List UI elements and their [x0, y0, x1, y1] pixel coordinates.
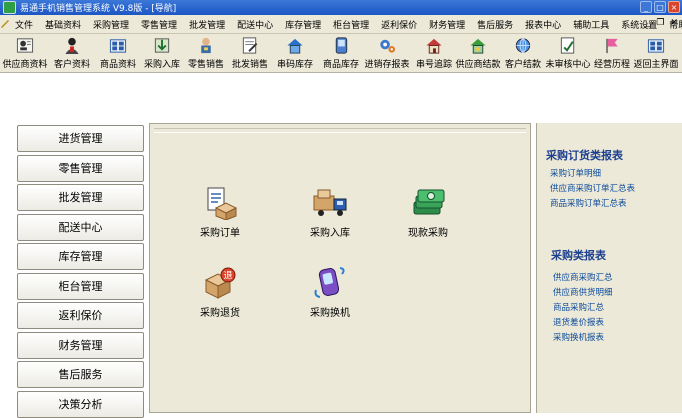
func-cash-purchase[interactable]: 现款采购 [408, 186, 448, 239]
toolbar-imei-tracking[interactable]: 串号追踪 [415, 36, 453, 70]
customer-person-icon [65, 37, 79, 55]
window-controls: _ □ × [640, 1, 680, 13]
nav-counter-management[interactable]: 柜台管理 [17, 273, 144, 300]
toolbar-wholesale-sales[interactable]: 批发销售 [231, 36, 269, 70]
menu-purchase[interactable]: 采购管理 [87, 18, 135, 31]
func-purchase-return[interactable]: 退 采购退货 [200, 266, 240, 319]
toolbar-supplier-info[interactable]: 供应商资料 [3, 36, 48, 70]
retail-clerk-icon [201, 37, 211, 54]
delivery-truck-icon [313, 189, 347, 216]
title-bar: 易通手机销售管理系统 V9.8版 - [导航] _ □ × [0, 0, 682, 15]
toolbar-purchase-in[interactable]: 采购入库 [143, 36, 181, 70]
link-return-price-diff-report[interactable]: 退货差价报表 [553, 316, 604, 328]
menu-tools[interactable]: 辅助工具 [567, 18, 615, 31]
purchase-order-icon [207, 187, 238, 220]
wholesale-doc-icon [242, 37, 258, 54]
app-icon [3, 1, 16, 14]
svg-text:退: 退 [223, 271, 232, 282]
menu-bar: 文件 基础资料 采购管理 零售管理 批发管理 配送中心 库存管理 柜台管理 返利… [0, 15, 682, 34]
menu-rebate[interactable]: 返利保价 [375, 18, 423, 31]
mdi-close-icon[interactable]: ✕ [670, 18, 678, 28]
toolbar-supplier-payment[interactable]: 供应商结款 [456, 36, 501, 70]
toolbar-business-history[interactable]: 经营历程 [594, 36, 630, 70]
minimize-button[interactable]: _ [640, 1, 652, 13]
house-stock-icon [287, 38, 303, 54]
nav-after-sales-service[interactable]: 售后服务 [17, 361, 144, 388]
history-flag-icon [606, 38, 618, 54]
nav-rebate-price-protection[interactable]: 返利保价 [17, 302, 144, 329]
menu-inventory[interactable]: 库存管理 [279, 18, 327, 31]
toolbar-unaudited-center[interactable]: 未审核中心 [546, 36, 591, 70]
nav-finance-management[interactable]: 财务管理 [17, 332, 144, 359]
menu-counter[interactable]: 柜台管理 [327, 18, 375, 31]
menu-app-icon [1, 20, 9, 28]
section-title-purchase-reports: 采购类报表 [551, 249, 606, 262]
menu-basic-data[interactable]: 基础资料 [39, 18, 87, 31]
link-supplier-order-summary[interactable]: 供应商采购订单汇总表 [550, 182, 635, 194]
panel-divider [154, 128, 526, 133]
menu-after-sales[interactable]: 售后服务 [471, 18, 519, 31]
close-button[interactable]: × [668, 1, 680, 13]
nav-wholesale-management[interactable]: 批发管理 [17, 184, 144, 211]
menu-reports[interactable]: 报表中心 [519, 18, 567, 31]
tracking-house-icon [426, 38, 442, 54]
link-product-purchase-summary[interactable]: 商品采购汇总 [553, 301, 604, 313]
menu-file[interactable]: 文件 [9, 18, 39, 31]
mdi-controls: _ ❐ ✕ [646, 18, 678, 28]
supplier-payment-icon [470, 38, 486, 54]
function-panel: 采购订单 采购入库 现款采购 退 采购退货 采购换机 [149, 123, 531, 413]
product-stock-icon [335, 37, 348, 54]
nav-purchase-management[interactable]: 进货管理 [17, 125, 144, 152]
mdi-minimize-icon[interactable]: _ [646, 18, 651, 28]
supplier-card-icon [16, 38, 34, 53]
window-title: 易通手机销售管理系统 V9.8版 - [导航] [20, 4, 177, 14]
gear-report-icon [380, 39, 396, 53]
nav-retail-management[interactable]: 零售管理 [17, 155, 144, 182]
purchase-in-icon [154, 38, 170, 53]
link-purchase-exchange-report[interactable]: 采购换机报表 [553, 331, 604, 343]
func-purchase-receiving[interactable]: 采购入库 [310, 186, 350, 239]
toolbar-customer-info[interactable]: 客户资料 [52, 36, 92, 70]
cash-money-icon [413, 189, 445, 215]
toolbar-product-info[interactable]: 商品资料 [99, 36, 137, 70]
toolbar-customer-payment[interactable]: 客户结款 [505, 36, 541, 70]
product-grid-icon [109, 39, 127, 53]
mdi-restore-icon[interactable]: ❐ [656, 18, 664, 28]
return-box-icon: 退 [204, 267, 236, 299]
toolbar-product-stock[interactable]: 商品库存 [321, 36, 361, 70]
customer-globe-icon [515, 38, 531, 53]
phone-exchange-icon [314, 267, 345, 298]
nav-decision-analysis[interactable]: 决策分析 [17, 391, 144, 418]
menu-retail[interactable]: 零售管理 [135, 18, 183, 31]
nav-distribution-center[interactable]: 配送中心 [17, 214, 144, 241]
menu-finance[interactable]: 财务管理 [423, 18, 471, 31]
unaudited-doc-icon [560, 37, 575, 54]
section-title-purchase-order-reports: 采购订货类报表 [546, 149, 623, 162]
toolbar-inventory-report[interactable]: 进销存报表 [365, 36, 410, 70]
link-supplier-purchase-summary[interactable]: 供应商采购汇总 [553, 271, 613, 283]
return-main-icon [647, 39, 665, 53]
link-purchase-order-detail[interactable]: 采购订单明细 [550, 167, 601, 179]
toolbar-retail-sales[interactable]: 零售销售 [187, 36, 225, 70]
func-purchase-order[interactable]: 采购订单 [200, 186, 240, 239]
toolbar-imei-stock[interactable]: 串码库存 [276, 36, 314, 70]
menu-distribution[interactable]: 配送中心 [231, 18, 279, 31]
report-panel: 采购订货类报表 采购订单明细 供应商采购订单汇总表 商品采购订单汇总表 采购类报… [536, 123, 682, 413]
link-supplier-supply-detail[interactable]: 供应商供货明细 [553, 286, 613, 298]
toolbar-return-main[interactable]: 返回主界面 [634, 36, 679, 70]
toolbar: 供应商资料 客户资料 商品资料 采购入库 零售销售 批发销售 串码库存 商品库存… [0, 34, 682, 73]
maximize-button[interactable]: □ [654, 1, 666, 13]
link-product-order-summary[interactable]: 商品采购订单汇总表 [550, 197, 627, 209]
menu-wholesale[interactable]: 批发管理 [183, 18, 231, 31]
nav-inventory-management[interactable]: 库存管理 [17, 243, 144, 270]
func-purchase-exchange[interactable]: 采购换机 [310, 266, 350, 319]
